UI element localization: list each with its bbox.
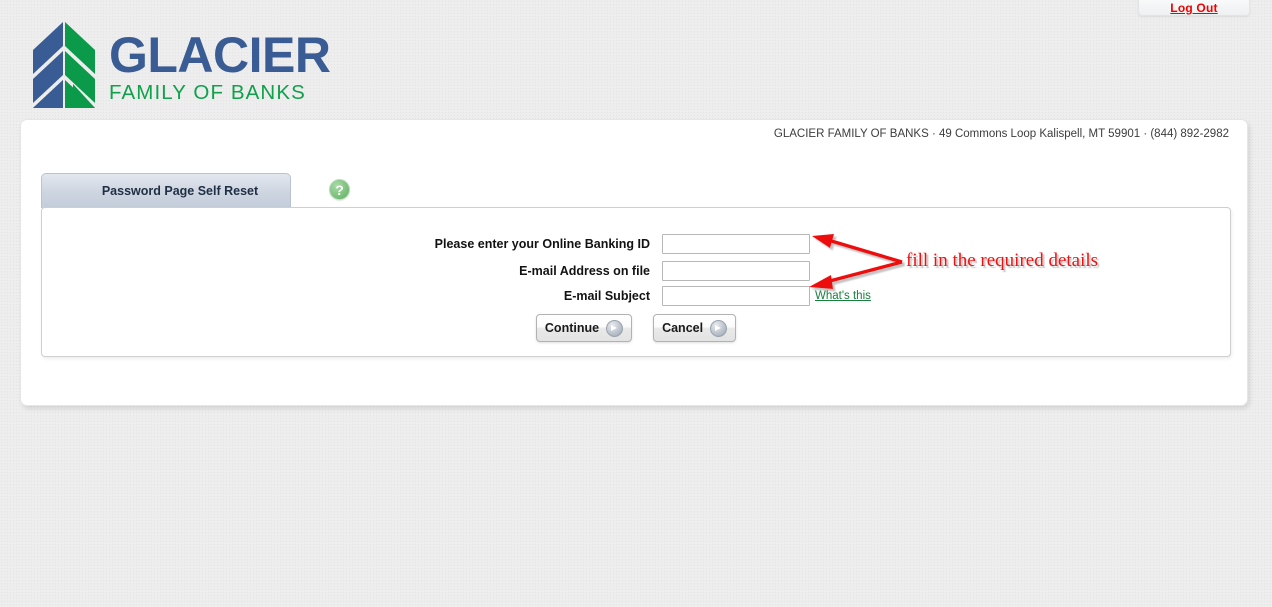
cancel-button[interactable]: Cancel (653, 314, 737, 342)
main-panel: GLACIER FAMILY OF BANKS · 49 Commons Loo… (20, 119, 1248, 406)
continue-button[interactable]: Continue (535, 314, 633, 342)
tab-label: Password Page Self Reset (101, 184, 259, 198)
tab-strip: Password Page Self Reset ? (41, 173, 1231, 208)
brand-logo: GLACIER FAMILY OF BANKS (27, 22, 331, 110)
email-address-input[interactable] (662, 261, 810, 281)
continue-button-label: Continue (544, 321, 600, 335)
logout-box[interactable]: Log Out (1138, 0, 1250, 16)
arrow-right-circle-icon (710, 319, 728, 337)
email-subject-label: E-mail Subject (563, 289, 650, 303)
online-banking-id-label: Please enter your Online Banking ID (434, 237, 650, 251)
cancel-button-label: Cancel (662, 321, 704, 335)
brand-name: GLACIER (109, 27, 331, 83)
tab-password-page-self-reset[interactable]: Password Page Self Reset (41, 173, 291, 208)
email-subject-input[interactable] (662, 286, 810, 306)
self-reset-form: Please enter your Online Banking ID E-ma… (41, 207, 1231, 357)
form-row: Please enter your Online Banking ID (42, 234, 1230, 254)
brand-tagline: FAMILY OF BANKS (109, 81, 306, 104)
email-address-label: E-mail Address on file (519, 264, 650, 278)
form-row: E-mail Address on file (42, 261, 1230, 281)
glacier-mountain-logo-icon (27, 22, 101, 108)
brand-wordmark: GLACIER FAMILY OF BANKS (109, 30, 339, 104)
question-mark-icon[interactable]: ? (329, 179, 350, 200)
whats-this-link[interactable]: What's this (815, 286, 871, 306)
online-banking-id-input[interactable] (662, 234, 810, 254)
logout-link[interactable]: Log Out (1170, 2, 1217, 14)
bank-address-line: GLACIER FAMILY OF BANKS · 49 Commons Loo… (773, 128, 1229, 140)
form-row: E-mail Subject What's this (42, 286, 1230, 306)
arrow-right-circle-icon (606, 319, 624, 337)
form-button-row: Continue Cancel (42, 314, 1230, 342)
